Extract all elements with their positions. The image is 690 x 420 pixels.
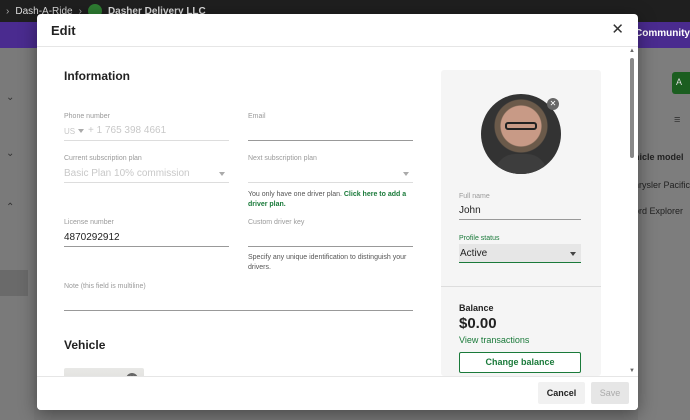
full-name-input[interactable]: John — [459, 205, 481, 216]
breadcrumb-chevron-icon: › — [6, 5, 10, 17]
table-row: hrysler Pacifica — [634, 180, 690, 190]
scrollbar[interactable]: ▲ ▼ — [629, 48, 635, 376]
profile-status-select[interactable]: Active — [459, 244, 581, 263]
next-plan-label: Next subscription plan — [248, 155, 317, 162]
filter-icon: ≡ — [674, 114, 681, 126]
vehicle-column-header: hicle model — [634, 152, 684, 162]
scroll-down-icon[interactable]: ▼ — [629, 368, 635, 374]
profile-panel: ✕ Full name John Profile status Active B… — [441, 70, 601, 376]
custom-key-hint: Specify any unique identification to dis… — [248, 254, 407, 271]
table-row: ord Explorer — [634, 206, 684, 216]
save-button[interactable]: Save — [591, 382, 629, 404]
phone-underline — [64, 140, 229, 141]
chevron-down-icon — [403, 172, 409, 176]
balance-label: Balance — [459, 303, 494, 313]
profile-status-value: Active — [460, 248, 488, 259]
scroll-thumb[interactable] — [630, 58, 634, 158]
current-plan-label: Current subscription plan — [64, 155, 142, 162]
chevron-down-icon: ⌄ — [6, 92, 15, 103]
scroll-up-icon[interactable]: ▲ — [629, 48, 635, 54]
email-underline — [248, 140, 413, 141]
plan-hint-text: You only have one driver plan. — [248, 191, 342, 198]
chevron-down-icon — [78, 129, 84, 133]
next-plan-underline — [248, 182, 413, 183]
balance-value: $0.00 — [459, 315, 497, 332]
sidebar-selected-item — [0, 270, 28, 296]
phone-label: Phone number — [64, 113, 110, 120]
dialog-title: Edit — [51, 23, 76, 38]
background-table: A ≡ hicle model hrysler Pacifica ord Exp… — [634, 48, 690, 420]
custom-key-underline — [248, 246, 413, 247]
phone-country-select[interactable]: US — [64, 127, 75, 136]
license-underline — [64, 246, 229, 247]
dialog-header: Edit ✕ — [37, 14, 638, 47]
dialog-footer: Cancel Save — [37, 376, 638, 410]
chevron-down-icon — [219, 172, 225, 176]
note-label: Note (this field is multiline) — [64, 283, 146, 290]
chevron-up-icon: ⌃ — [6, 202, 15, 213]
change-balance-button[interactable]: Change balance — [459, 352, 581, 373]
add-button[interactable]: A — [672, 72, 690, 94]
custom-key-label: Custom driver key — [248, 219, 305, 226]
license-label: License number — [64, 219, 114, 226]
close-icon[interactable]: ✕ — [611, 22, 624, 37]
current-plan-underline — [64, 182, 229, 183]
information-heading: Information — [64, 69, 130, 83]
full-name-underline — [459, 219, 581, 220]
profile-status-label: Profile status — [459, 235, 500, 242]
view-transactions-link[interactable]: View transactions — [459, 335, 529, 345]
current-plan-select[interactable]: Basic Plan 10% commission — [64, 168, 190, 179]
background-sidebar: ⌄ ⌄ ⌃ — [0, 48, 34, 420]
vehicle-heading: Vehicle — [64, 338, 106, 352]
cancel-button[interactable]: Cancel — [538, 382, 585, 404]
edit-dialog: Edit ✕ Information Phone number US + 1 7… — [37, 14, 638, 410]
avatar-glasses — [505, 122, 537, 130]
chevron-down-icon — [570, 252, 576, 256]
email-label: Email — [248, 113, 266, 120]
license-input[interactable]: 4870292912 — [64, 232, 120, 243]
plan-hint: You only have one driver plan. Click her… — [248, 190, 418, 210]
phone-input[interactable]: + 1 765 398 4661 — [88, 125, 166, 136]
chevron-down-icon: ⌄ — [6, 148, 15, 159]
divider — [441, 286, 601, 287]
remove-photo-icon[interactable]: ✕ — [547, 98, 559, 110]
avatar-shirt — [495, 154, 547, 174]
note-underline — [64, 310, 413, 311]
full-name-label: Full name — [459, 193, 490, 200]
